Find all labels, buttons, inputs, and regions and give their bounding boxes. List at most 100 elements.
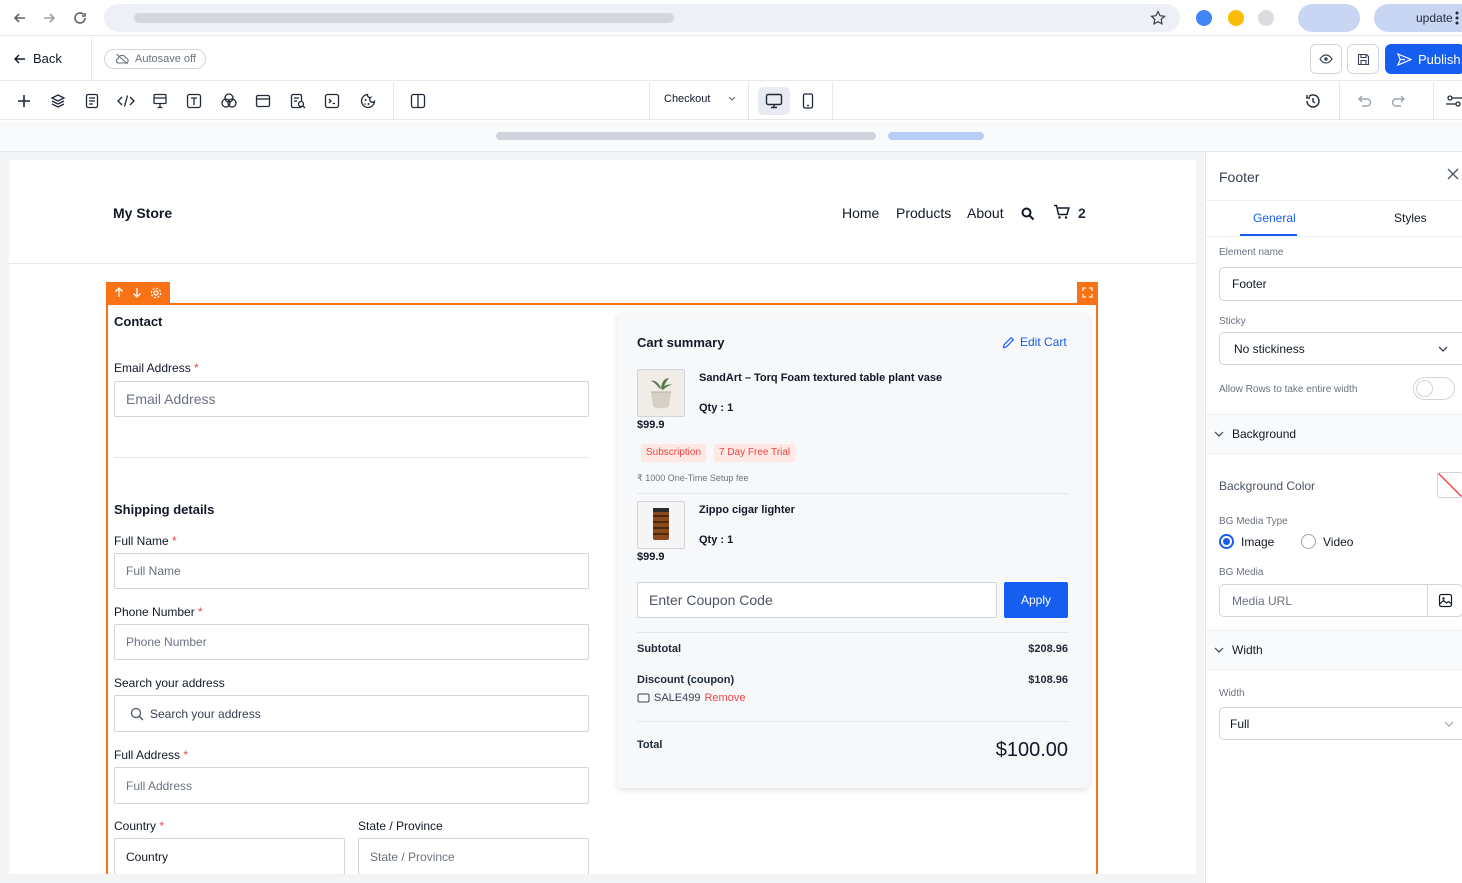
total-value: $100.00 [995,739,1068,761]
rows-width-toggle[interactable] [1413,377,1455,400]
cart-item-qty: Qty : 1 [699,534,734,546]
save-button[interactable] [1347,44,1379,74]
page-preview: My Store Home Products About 2 Contact E… [9,160,1196,874]
edit-cart-link[interactable]: Edit Cart [1002,335,1067,349]
section-icon[interactable] [253,91,273,111]
pages-icon[interactable] [82,91,102,111]
terminal-icon[interactable] [322,91,342,111]
cookie-icon[interactable] [358,91,378,111]
width-group-header[interactable]: Width [1206,630,1462,670]
section-controls [106,282,170,303]
apply-coupon-button[interactable]: Apply [1004,582,1068,618]
save-icon [1357,53,1369,65]
cart-item-price: $99.9 [637,551,665,563]
shipping-title: Shipping details [114,502,215,517]
history-icon[interactable] [1303,91,1323,111]
mobile-view-icon[interactable] [798,91,818,111]
cart-summary-card: Cart summary Edit Cart SandArt – Torq Fo… [617,313,1089,788]
back-button[interactable]: Back [14,51,62,66]
star-icon[interactable] [1150,10,1166,26]
rows-width-label: Allow Rows to take entire width [1219,384,1358,395]
phone-field[interactable]: Phone Number [114,624,589,660]
country-label: Country * [114,819,165,833]
applied-coupon: SALE499 Remove [637,692,745,704]
undo-icon[interactable] [1354,91,1374,111]
bg-color-swatch[interactable] [1437,472,1462,498]
toggle-knob [1416,380,1433,397]
back-label: Back [33,51,62,66]
nav-link-home[interactable]: Home [842,205,879,221]
autosave-toggle[interactable]: Autosave off [104,49,206,69]
split-view-icon[interactable] [408,91,428,111]
email-field[interactable]: Email Address [114,381,589,417]
tab-general[interactable]: General [1253,211,1296,225]
sticky-select[interactable]: No stickiness [1219,332,1462,365]
desktop-view-button[interactable] [758,87,790,115]
background-group-header[interactable]: Background [1206,414,1462,454]
add-element-icon[interactable] [14,91,34,111]
state-field[interactable]: State / Province [358,838,589,874]
subscription-tag: Subscription [641,444,707,462]
full-name-field[interactable]: Full Name [114,553,589,589]
back-arrow-icon[interactable] [10,8,30,28]
nav-link-about[interactable]: About [967,205,1004,221]
layers-icon[interactable] [48,91,68,111]
media-type-video[interactable]: Video [1301,534,1353,549]
publish-button[interactable]: Publish [1385,44,1462,74]
discount-value: $108.96 [1028,674,1068,686]
close-icon[interactable] [1447,168,1459,180]
seo-icon[interactable] [288,91,308,111]
profile-button[interactable] [1298,4,1360,32]
code-icon[interactable] [116,91,136,111]
country-select[interactable]: Country [114,838,345,874]
move-up-icon[interactable] [114,287,124,298]
coupon-input[interactable]: Enter Coupon Code [637,582,997,618]
divider [637,493,1068,494]
full-address-field[interactable]: Full Address [114,767,589,804]
extension-icon[interactable] [1196,10,1212,26]
tab-styles[interactable]: Styles [1394,211,1427,225]
gear-icon[interactable] [150,287,162,299]
color-icon[interactable] [219,91,239,111]
media-url-input[interactable]: Media URL [1219,584,1428,617]
full-address-label: Full Address * [114,748,189,762]
update-label: update [1416,11,1453,25]
width-select[interactable]: Full [1219,707,1462,740]
media-picker-button[interactable] [1427,584,1462,617]
connect-domain-link-blurred[interactable] [888,132,984,140]
redo-icon[interactable] [1389,91,1409,111]
extension-icon[interactable] [1228,10,1244,26]
move-down-icon[interactable] [132,287,142,298]
preview-url-blurred[interactable] [496,132,876,140]
expand-icon[interactable] [1077,282,1098,303]
divider [832,82,833,120]
address-search-input[interactable]: Search your address [114,695,589,732]
remove-coupon-link[interactable]: Remove [704,692,745,704]
update-button[interactable]: update [1374,4,1462,32]
subtotal-value: $208.96 [1028,643,1068,655]
preview-button[interactable] [1310,44,1342,74]
media-type-image[interactable]: Image [1219,534,1274,549]
page-select[interactable]: Checkout [664,93,736,105]
state-label: State / Province [358,819,443,833]
store-logo-text[interactable]: My Store [113,205,172,221]
address-bar[interactable] [104,4,1180,32]
full-name-label: Full Name * [114,534,177,548]
cart-item-tags: Subscription 7 Day Free Trial [637,444,937,462]
reload-icon[interactable] [70,8,90,28]
cart-item-name: Zippo cigar lighter [699,504,795,516]
text-icon[interactable] [184,91,204,111]
search-icon[interactable] [1021,207,1035,221]
bg-media-type-label: BG Media Type [1219,516,1288,527]
kebab-menu-icon[interactable] [1454,10,1460,26]
element-name-input[interactable]: Footer [1219,267,1462,301]
forward-arrow-icon[interactable] [39,8,59,28]
preview-url-strip [0,121,1462,152]
settings-toggle-icon[interactable] [1444,91,1462,111]
nav-link-products[interactable]: Products [896,205,951,221]
cart-icon[interactable] [1053,204,1070,220]
popup-icon[interactable] [150,91,170,111]
extension-icon[interactable] [1258,10,1274,26]
divider [748,82,749,120]
cart-summary-title: Cart summary [637,335,725,350]
